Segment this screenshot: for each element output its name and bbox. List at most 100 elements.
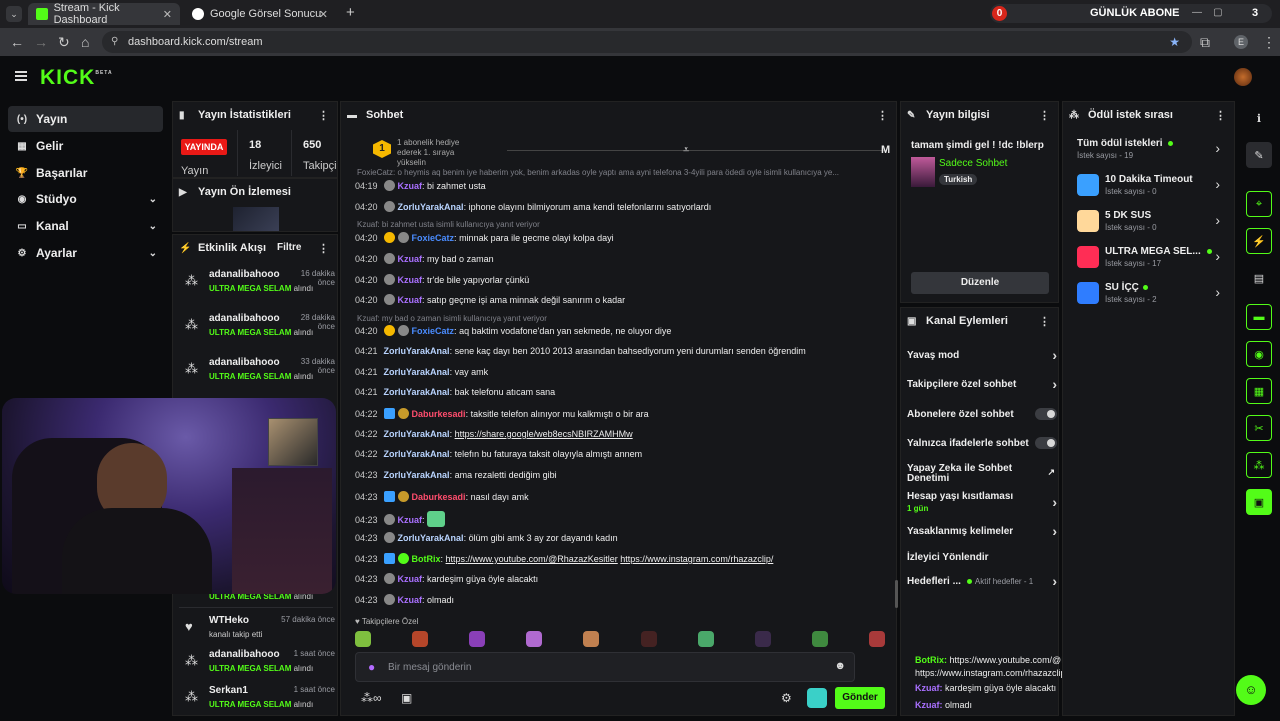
message-user[interactable]: Kzuaf <box>398 515 423 525</box>
message-user[interactable]: ZorluYarakAnal <box>384 470 450 480</box>
profile-avatar[interactable]: E <box>1234 35 1248 49</box>
action-banned-words[interactable]: Yasaklanmış kelimeler › <box>907 521 1057 541</box>
extensions-icon[interactable]: ⧉ <box>1200 34 1210 50</box>
broadcast-icon[interactable]: ◉ <box>1246 341 1272 367</box>
layout-icon[interactable]: ▦ <box>1246 378 1272 404</box>
user-avatar[interactable] <box>1234 68 1252 86</box>
action-raid[interactable]: İzleyici Yönlendir <box>907 547 1057 567</box>
gift-icon[interactable]: ▣ <box>401 691 412 705</box>
hamburger-icon[interactable] <box>15 71 27 81</box>
reward-item[interactable]: 5 DK SUS İstek sayısı - 0 <box>1105 210 1255 232</box>
nav-item-gelir[interactable]: ▦ Gelir <box>8 133 163 159</box>
nav-item-studyo[interactable]: ◉ Stüdyo ⌄ <box>8 186 163 212</box>
more-options-icon[interactable]: ⋮ <box>318 242 329 255</box>
chat-scrollbar[interactable] <box>895 580 898 608</box>
emote-icon[interactable] <box>469 631 486 647</box>
chat-input[interactable]: ● Bir mesaj gönderin ☻ <box>355 652 855 682</box>
emote-icon[interactable] <box>640 631 657 647</box>
reward-item[interactable]: ULTRA MEGA SEL... İstek sayısı - 17 <box>1105 246 1255 268</box>
message-user[interactable]: ZorluYarakAnal <box>384 449 450 459</box>
action-followers-only[interactable]: Takipçilere özel sohbet › <box>907 374 1057 394</box>
settings-gear-icon[interactable]: ⚙ <box>781 691 792 705</box>
message-user[interactable]: ZorluYarakAnal <box>384 367 450 377</box>
message-user[interactable]: Kzuaf <box>398 595 423 605</box>
more-options-icon[interactable]: ⋮ <box>1215 109 1226 122</box>
home-icon[interactable]: ⌂ <box>81 34 89 50</box>
close-icon[interactable]: ✕ <box>319 8 328 21</box>
reward-item[interactable]: SU İÇÇ İstek sayısı - 2 <box>1105 282 1255 304</box>
message-link[interactable]: https://share.google/web8ecsNBIRZAMHMw <box>455 429 633 439</box>
emote-icon[interactable] <box>811 631 828 647</box>
lightning-icon[interactable]: ⚡ <box>1246 228 1272 254</box>
more-options-icon[interactable]: ⋮ <box>1039 109 1050 122</box>
chevron-right-icon[interactable]: › <box>1215 140 1220 156</box>
preview-thumbnail[interactable] <box>233 207 279 231</box>
pinned-goal[interactable]: 1 1 abonelik hediye ederek 1. sıraya yük… <box>371 138 901 168</box>
message-user[interactable]: Kzuaf <box>398 181 423 191</box>
kick-emote-icon[interactable] <box>807 688 827 708</box>
emote-icon[interactable] <box>355 631 371 647</box>
nav-item-ayarlar[interactable]: ⚙ Ayarlar ⌄ <box>8 240 163 266</box>
action-ai-moderation[interactable]: Yapay Zeka ile Sohbet Denetimi ↗ <box>907 462 1057 486</box>
subscribers-only-toggle[interactable] <box>1035 408 1057 420</box>
reward-icon[interactable]: ⁂ <box>1246 452 1272 478</box>
crosshair-icon[interactable]: ⌖ <box>1246 191 1272 217</box>
forward-icon[interactable]: → <box>34 34 48 50</box>
message-user[interactable]: Daburkesadi <box>412 492 466 502</box>
infinity-icon[interactable]: ⁂∞ <box>361 691 382 705</box>
tab-search-button[interactable]: ⌄ <box>6 6 22 22</box>
emote-icon[interactable] <box>412 631 429 647</box>
plugin-icon[interactable]: ▣ <box>1246 489 1272 515</box>
more-options-icon[interactable]: ⋮ <box>318 109 329 122</box>
message-user[interactable]: ZorluYarakAnal <box>398 202 464 212</box>
document-icon[interactable]: ▤ <box>1246 265 1272 291</box>
chevron-right-icon[interactable]: › <box>1215 284 1220 300</box>
emote-icon[interactable] <box>697 631 714 647</box>
emote-icon[interactable] <box>583 631 600 647</box>
emoji-icon[interactable]: ☻ <box>834 660 846 672</box>
chevron-right-icon[interactable]: › <box>1215 248 1220 264</box>
reward-all[interactable]: Tüm ödül istekleri İstek sayısı - 19 <box>1077 138 1227 160</box>
message-link[interactable]: https://www.youtube.com/@RhazazKesitler <box>446 554 618 564</box>
microphone-icon[interactable]: ● <box>368 660 375 674</box>
wrench-icon[interactable]: ✂ <box>1246 415 1272 441</box>
more-options-icon[interactable]: ⋮ <box>877 109 888 122</box>
nav-item-basarilar[interactable]: 🏆 Başarılar <box>8 160 163 186</box>
url-field[interactable]: ⚲ dashboard.kick.com/stream ★ <box>102 31 1192 53</box>
menu-icon[interactable]: ⋮ <box>1262 34 1276 50</box>
back-icon[interactable]: ← <box>10 34 24 50</box>
bookmark-star-icon[interactable]: ★ <box>1169 31 1180 53</box>
message-user[interactable]: ZorluYarakAnal <box>398 533 464 543</box>
chevron-right-icon[interactable]: › <box>1215 212 1220 228</box>
category-name[interactable]: Sadece Sohbet <box>939 158 1007 169</box>
message-user[interactable]: Kzuaf <box>398 275 423 285</box>
window-controls[interactable]: — ▢ <box>1192 7 1231 18</box>
action-account-age[interactable]: Hesap yaşı kısıtlaması 1 gün › <box>907 491 1057 515</box>
tab-kick-dashboard[interactable]: Stream - Kick Dashboard ✕ <box>28 2 180 26</box>
reload-icon[interactable]: ↻ <box>58 34 70 50</box>
emote-icon[interactable] <box>868 631 885 647</box>
message-user[interactable]: ZorluYarakAnal <box>384 346 450 356</box>
message-user[interactable]: Kzuaf <box>398 295 423 305</box>
chat-bubble-icon[interactable]: ▬ <box>1246 304 1272 330</box>
new-tab-button[interactable]: + <box>346 4 355 21</box>
message-user[interactable]: FoxieCatz <box>412 326 455 336</box>
info-icon[interactable]: ℹ <box>1246 105 1272 131</box>
site-info-icon[interactable]: ⚲ <box>111 31 118 53</box>
message-user[interactable]: ZorluYarakAnal <box>384 429 450 439</box>
action-slow-mode[interactable]: Yavaş mod › <box>907 345 1057 365</box>
reward-item[interactable]: 10 Dakika Timeout İstek sayısı - 0 <box>1105 174 1255 196</box>
emote-icon[interactable] <box>526 631 543 647</box>
message-user[interactable]: Daburkesadi <box>412 409 466 419</box>
send-button[interactable]: Gönder <box>835 687 885 709</box>
message-user[interactable]: FoxieCatz <box>412 233 455 243</box>
filter-button[interactable]: Filtre <box>277 242 301 253</box>
emotes-only-toggle[interactable] <box>1035 437 1057 449</box>
edit-button[interactable]: Düzenle <box>911 272 1049 294</box>
message-link[interactable]: https://www.instagram.com/rhazazclip/ <box>620 554 773 564</box>
message-user[interactable]: Kzuaf <box>398 574 423 584</box>
pencil-icon[interactable]: ✎ <box>1246 142 1272 168</box>
message-user[interactable]: BotRix <box>412 554 441 564</box>
close-icon[interactable]: ✕ <box>163 8 172 21</box>
action-goals[interactable]: Hedefleri ... Aktif hedefler - 1 › <box>907 571 1057 591</box>
